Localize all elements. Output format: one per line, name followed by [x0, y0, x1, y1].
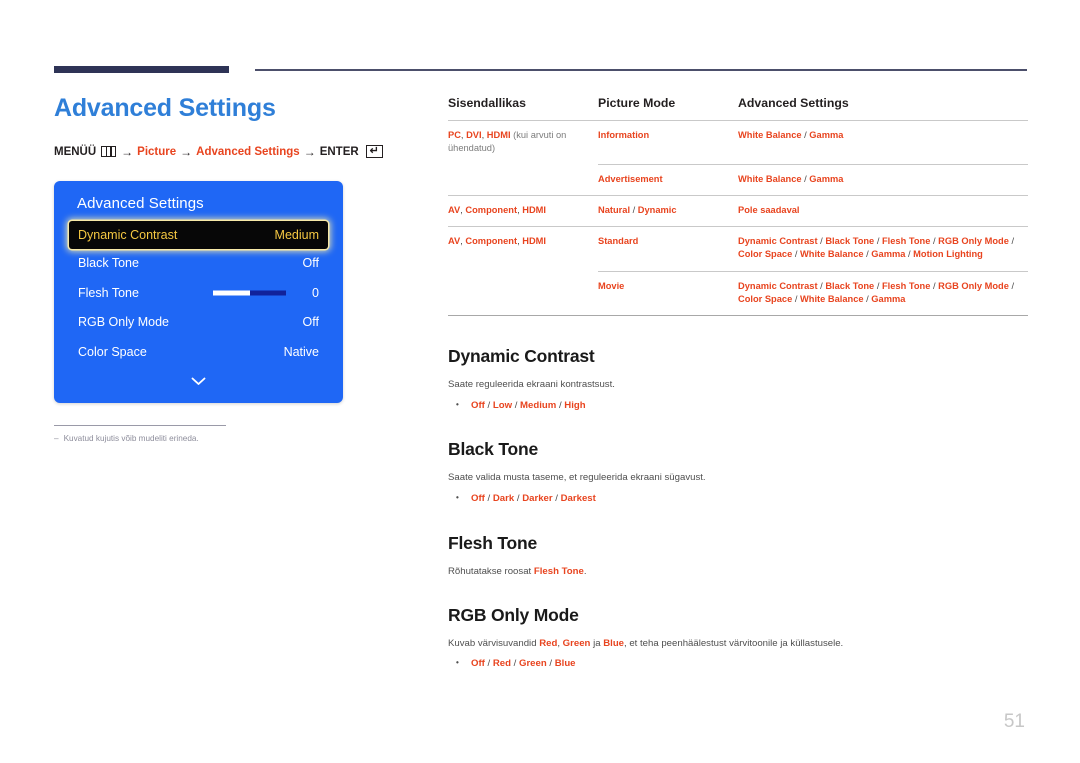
- menu-path-breadcrumb: MENÜÜ → Picture → Advanced Settings → EN…: [54, 145, 414, 159]
- chevron-down-icon[interactable]: [69, 375, 328, 388]
- osd-row-value: Off: [302, 256, 319, 271]
- section-description: Saate reguleerida ekraani kontrastsust.: [448, 379, 615, 390]
- column-header-advanced-settings: Advanced Settings: [738, 96, 849, 110]
- footnote-dash: –: [54, 434, 59, 443]
- header-rule-thick: [54, 66, 229, 73]
- cell-source: [448, 271, 598, 317]
- page-number: 51: [1003, 711, 1025, 732]
- spec-table: Sisendallikas Picture Mode Advanced Sett…: [448, 96, 1028, 317]
- cell-advanced-settings: White Balance / Gamma: [738, 120, 1028, 165]
- osd-panel: Advanced Settings Dynamic Contrast Mediu…: [54, 180, 343, 403]
- list-item: Off / Dark / Darker / Darkest: [448, 492, 1028, 506]
- page-title: Advanced Settings: [54, 94, 276, 122]
- footnote-text: Kuvatud kujutis võib mudeliti erineda.: [63, 434, 199, 443]
- left-column: Advanced Settings MENÜÜ → Picture → Adva…: [54, 94, 414, 403]
- osd-row-value: Off: [302, 315, 319, 330]
- osd-row-label: Black Tone: [78, 256, 139, 271]
- section-heading-rgb-only-mode: RGB Only Mode: [448, 604, 579, 625]
- table-row: Movie Dynamic Contrast / Black Tone / Fl…: [448, 270, 1028, 317]
- cell-picture-mode: Movie: [598, 270, 738, 317]
- menu-grid-icon: [101, 146, 117, 157]
- section-description: Kuvab värvisuvandid Red, Green ja Blue, …: [448, 637, 844, 649]
- menu-path-step-picture: Picture: [137, 145, 177, 158]
- flesh-tone-slider[interactable]: [213, 290, 286, 296]
- table-row: AV, Component, HDMI Natural / Dynamic Po…: [448, 195, 1028, 227]
- osd-row-dynamic-contrast[interactable]: Dynamic Contrast Medium: [69, 220, 328, 249]
- section-options-list: Off / Red / Green / Blue: [448, 657, 1028, 671]
- cell-picture-mode: Information: [598, 120, 738, 165]
- osd-row-value: Native: [283, 344, 319, 359]
- osd-row-color-space[interactable]: Color Space Native: [69, 337, 328, 367]
- osd-row-label: Flesh Tone: [78, 285, 139, 300]
- cell-source: PC, DVI, HDMI (kui arvuti on ühendatud): [448, 120, 598, 165]
- cell-picture-mode: Advertisement: [598, 163, 738, 196]
- cell-advanced-settings: Dynamic Contrast / Black Tone / Flesh To…: [738, 270, 1028, 317]
- menu-path-enter-label: ENTER: [319, 145, 359, 158]
- section-options-list: Off / Low / Medium / High: [448, 399, 1028, 413]
- osd-title: Advanced Settings: [77, 194, 204, 212]
- enter-key-icon: ↵: [365, 145, 383, 158]
- source-accent: PC, DVI, HDMI: [448, 130, 511, 140]
- menu-path-step-advanced-settings: Advanced Settings: [196, 145, 300, 158]
- osd-row-label: RGB Only Mode: [78, 315, 170, 330]
- right-column: Sisendallikas Picture Mode Advanced Sett…: [448, 96, 1028, 672]
- arrow-icon-2: →: [180, 144, 193, 159]
- arrow-icon-3: →: [303, 144, 316, 159]
- table-row: PC, DVI, HDMI (kui arvuti on ühendatud) …: [448, 120, 1028, 165]
- osd-row-label: Dynamic Contrast: [78, 227, 178, 242]
- osd-row-label: Color Space: [78, 344, 147, 359]
- section-heading-dynamic-contrast: Dynamic Contrast: [448, 346, 595, 366]
- column-header-picture-mode: Picture Mode: [598, 96, 676, 110]
- section-heading-black-tone: Black Tone: [448, 439, 539, 460]
- section-options-list: Off / Dark / Darker / Darkest: [448, 492, 1028, 506]
- arrow-icon-1: →: [121, 144, 134, 159]
- slider-track-filled: [213, 290, 250, 296]
- cell-picture-mode: Natural / Dynamic: [598, 195, 738, 227]
- cell-source: AV, Component, HDMI: [448, 226, 598, 272]
- cell-source: AV, Component, HDMI: [448, 195, 598, 227]
- cell-advanced-settings: Pole saadaval: [738, 195, 1028, 227]
- section-description: Saate valida musta taseme, et reguleerid…: [448, 472, 706, 484]
- osd-row-black-tone[interactable]: Black Tone Off: [69, 249, 328, 279]
- section-description: Rõhutatakse roosat Flesh Tone.: [448, 565, 587, 577]
- column-header-source: Sisendallikas: [448, 96, 526, 110]
- header-rule-thin: [255, 69, 1027, 71]
- cell-source: [448, 164, 598, 195]
- section-heading-flesh-tone: Flesh Tone: [448, 532, 538, 553]
- menu-path-prefix: MENÜÜ: [54, 145, 97, 158]
- cell-advanced-settings: Dynamic Contrast / Black Tone / Flesh To…: [738, 226, 1028, 272]
- osd-row-value: Medium: [274, 227, 319, 242]
- footnote: – Kuvatud kujutis võib mudeliti erineda.: [54, 434, 354, 445]
- osd-row-rgb-only-mode[interactable]: RGB Only Mode Off: [69, 308, 328, 338]
- cell-advanced-settings: White Balance / Gamma: [738, 163, 1028, 196]
- list-item: Off / Low / Medium / High: [448, 399, 1028, 413]
- osd-row-flesh-tone[interactable]: Flesh Tone 0: [69, 278, 328, 308]
- osd-row-value: 0: [312, 285, 319, 300]
- footnote-block: – Kuvatud kujutis võib mudeliti erineda.: [54, 425, 354, 445]
- list-item: Off / Red / Green / Blue: [448, 657, 1028, 671]
- footnote-rule: [54, 425, 226, 426]
- table-header-row: Sisendallikas Picture Mode Advanced Sett…: [448, 96, 1028, 121]
- table-row: Advertisement White Balance / Gamma: [448, 163, 1028, 196]
- table-row: AV, Component, HDMI Standard Dynamic Con…: [448, 226, 1028, 272]
- slider-track-remaining: [249, 290, 286, 296]
- cell-picture-mode: Standard: [598, 226, 738, 272]
